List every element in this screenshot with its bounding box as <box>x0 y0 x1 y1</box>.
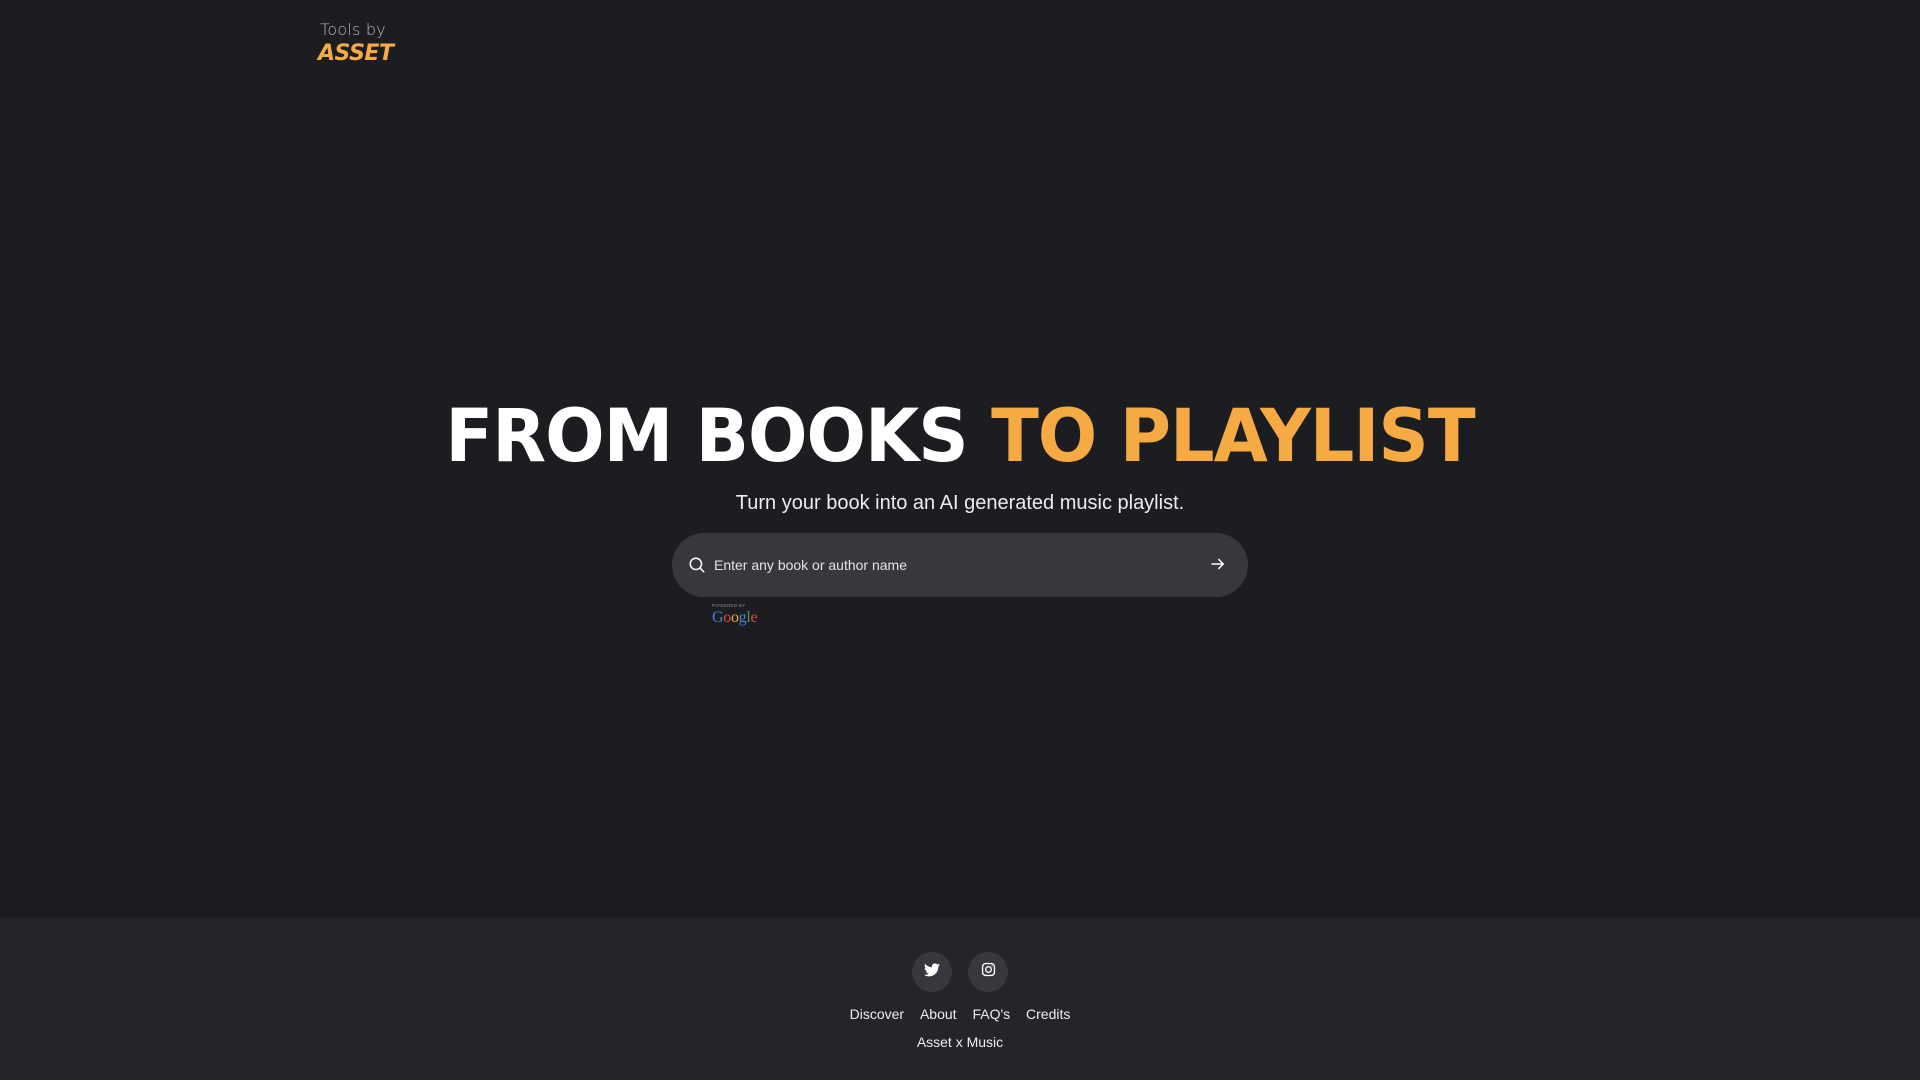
hero: FROM BOOKS TO PLAYLIST Turn your book in… <box>0 394 1920 516</box>
powered-by-google: POWERED BY Google <box>712 603 758 626</box>
twitter-icon <box>924 962 940 982</box>
logo[interactable]: Tools by ASSET <box>318 20 394 66</box>
footer-nav: Discover About FAQ's Credits <box>0 1006 1920 1022</box>
logo-brand: ASSET <box>318 41 394 66</box>
arrow-right-icon <box>1209 555 1227 576</box>
footer-link-about[interactable]: About <box>920 1006 957 1022</box>
footer-link-credits[interactable]: Credits <box>1026 1006 1070 1022</box>
logo-tagline: Tools by <box>320 20 386 39</box>
footer-copyright: Asset x Music <box>916 1034 1004 1050</box>
footer: Discover About FAQ's Credits Asset x Mus… <box>0 918 1920 1080</box>
hero-title-white: FROM BOOKS <box>445 392 968 480</box>
google-logo: Google <box>712 608 758 626</box>
search-input[interactable] <box>714 545 1204 585</box>
footer-link-faqs[interactable]: FAQ's <box>972 1006 1010 1022</box>
social-links <box>912 952 1008 992</box>
search-submit-button[interactable] <box>1204 551 1232 579</box>
twitter-button[interactable] <box>912 952 952 992</box>
instagram-button[interactable] <box>968 952 1008 992</box>
hero-title: FROM BOOKS TO PLAYLIST <box>0 394 1920 478</box>
instagram-icon <box>981 962 996 982</box>
page: Tools by ASSET FROM BOOKS TO PLAYLIST Tu… <box>0 0 1920 1080</box>
footer-link-discover[interactable]: Discover <box>850 1006 904 1022</box>
search-bar <box>672 533 1248 597</box>
hero-subtitle: Turn your book into an AI generated musi… <box>735 492 1185 514</box>
search-icon <box>684 552 710 578</box>
hero-title-accent: TO PLAYLIST <box>991 392 1476 480</box>
